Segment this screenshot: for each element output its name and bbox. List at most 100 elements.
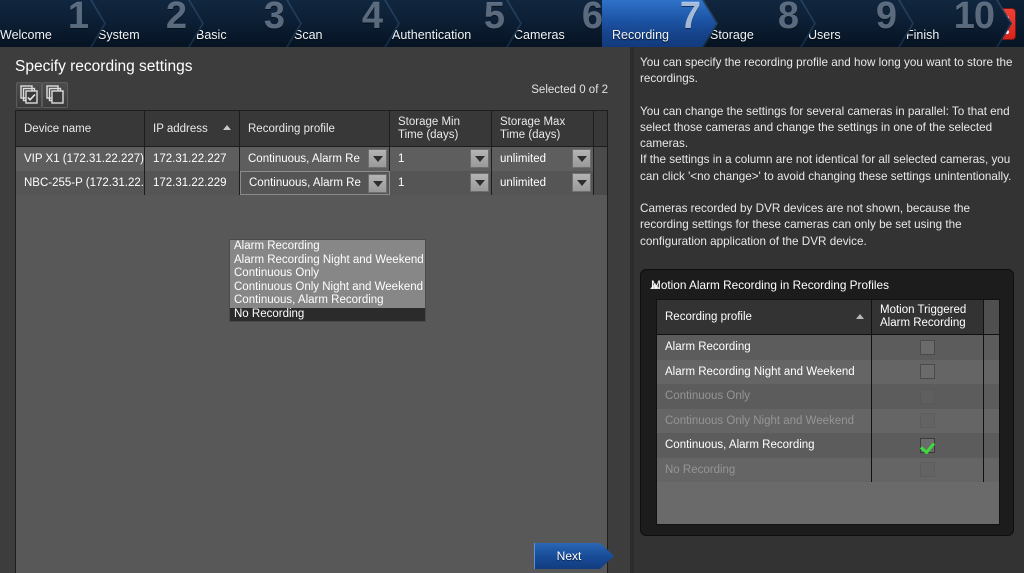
column-header-storage-min-time[interactable]: Storage Min Time (days)	[390, 111, 492, 146]
cell-recording-profile[interactable]: Continuous, Alarm Re	[240, 147, 390, 171]
next-button[interactable]: Next	[534, 543, 614, 569]
storage-min-dropdown-button[interactable]	[470, 149, 489, 168]
checkbox-unchecked-icon[interactable]	[920, 462, 935, 478]
cell-motion-triggered-alarm-recording[interactable]	[872, 457, 984, 482]
cell-recording-profile: Continuous Only	[657, 384, 872, 409]
copy-to-selected-icon	[20, 85, 38, 104]
checkbox-unchecked-icon[interactable]	[920, 339, 935, 355]
table-row[interactable]: Alarm Recording	[657, 335, 999, 360]
step-number: 4	[361, 0, 383, 37]
table-row[interactable]: Continuous, Alarm Recording	[657, 433, 999, 458]
table-body: VIP X1 (172.31.22.227) 172.31.22.227 Con…	[16, 147, 607, 195]
recording-profile-dropdown-list[interactable]: Alarm Recording Alarm Recording Night and…	[229, 239, 426, 322]
cell-recording-profile: Continuous Only Night and Weekend	[657, 408, 872, 433]
step-number: 6	[581, 0, 603, 37]
dropdown-option[interactable]: Continuous, Alarm Recording	[230, 294, 425, 308]
cell-spacer	[984, 335, 999, 360]
step-number: 9	[875, 0, 897, 37]
cell-storage-min-time[interactable]: 1	[390, 171, 492, 195]
cell-spacer	[594, 147, 607, 171]
cell-motion-triggered-alarm-recording[interactable]	[872, 335, 984, 360]
column-header-storage-max-time[interactable]: Storage Max Time (days)	[492, 111, 594, 146]
wizard-step-recording[interactable]: 7 Recording	[602, 0, 718, 47]
table-row[interactable]: Continuous Only	[657, 384, 999, 409]
checkbox-unchecked-icon[interactable]	[920, 364, 935, 380]
sort-ascending-icon	[856, 314, 864, 319]
cell-spacer	[984, 384, 999, 409]
step-number: 1	[67, 0, 89, 37]
cell-storage-min-time[interactable]: 1	[390, 147, 492, 171]
help-paragraph-3: If the settings in a column are not iden…	[640, 153, 1012, 183]
wizard-step-authentication[interactable]: 5 Authentication	[382, 0, 522, 47]
cell-recording-profile: Continuous, Alarm Recording	[657, 433, 872, 458]
column-label: Recording profile	[248, 122, 335, 135]
column-header-motion-triggered-alarm-recording[interactable]: Motion Triggered Alarm Recording	[872, 300, 984, 334]
column-header-ip-address[interactable]: IP address	[145, 111, 240, 146]
storage-max-dropdown-button[interactable]	[572, 149, 591, 168]
checkbox-unchecked-icon[interactable]	[920, 413, 935, 429]
step-number: 8	[777, 0, 799, 37]
cell-device-name[interactable]: NBC-255-P (172.31.22.229)	[16, 171, 145, 195]
dropdown-option[interactable]: Alarm Recording Night and Weekend	[230, 254, 425, 268]
column-label: IP address	[153, 122, 208, 135]
step-number: 10	[953, 0, 995, 37]
cell-ip-address[interactable]: 172.31.22.229	[145, 171, 240, 195]
column-label: Storage Max Time (days)	[500, 115, 566, 141]
column-header-spacer	[984, 300, 999, 334]
table-row[interactable]: No Recording	[657, 457, 999, 482]
cell-spacer	[984, 408, 999, 433]
dropdown-option[interactable]: Continuous Only	[230, 267, 425, 281]
cell-motion-triggered-alarm-recording[interactable]	[872, 384, 984, 409]
copy-all-button[interactable]	[42, 82, 68, 108]
column-label: Recording profile	[665, 310, 752, 323]
column-header-recording-profile[interactable]: Recording profile	[657, 300, 872, 334]
table-row[interactable]: Alarm Recording Night and Weekend	[657, 359, 999, 384]
column-header-spacer	[594, 111, 607, 146]
cell-ip-address[interactable]: 172.31.22.227	[145, 147, 240, 171]
wizard-step-bar: 1 Welcome 2 System 3 Basic 4 Scan 5 Authenticatio…	[0, 0, 1024, 47]
copy-all-icon	[46, 85, 64, 104]
motion-alarm-table: Recording profile Motion Triggered Alarm…	[656, 299, 1000, 525]
cell-recording-profile: Alarm Recording	[657, 335, 872, 360]
wizard-window: 1 Welcome 2 System 3 Basic 4 Scan 5 Authenticatio…	[0, 0, 1024, 573]
step-number: 3	[263, 0, 285, 37]
storage-min-dropdown-button[interactable]	[470, 173, 489, 192]
cell-recording-profile[interactable]: Continuous, Alarm Re	[240, 171, 390, 195]
step-number: 2	[165, 0, 187, 37]
checkbox-checked-icon[interactable]	[920, 437, 935, 453]
cell-motion-triggered-alarm-recording[interactable]	[872, 433, 984, 458]
table-header-row: Device name IP address Recording profile…	[16, 111, 607, 147]
table-row[interactable]: VIP X1 (172.31.22.227) 172.31.22.227 Con…	[16, 147, 607, 171]
table-row[interactable]: NBC-255-P (172.31.22.229) 172.31.22.229 …	[16, 171, 607, 195]
dropdown-option[interactable]: Alarm Recording	[230, 240, 425, 254]
step-label: Recording	[612, 28, 669, 42]
recording-profile-dropdown-button[interactable]	[368, 149, 387, 168]
cell-recording-profile: Alarm Recording Night and Weekend	[657, 359, 872, 384]
recording-profile-dropdown-button[interactable]	[368, 174, 387, 193]
selected-count-label: Selected 0 of 2	[531, 84, 608, 96]
wizard-step-welcome[interactable]: 1 Welcome	[0, 0, 106, 47]
cell-motion-triggered-alarm-recording[interactable]	[872, 408, 984, 433]
cell-recording-profile: No Recording	[657, 457, 872, 482]
dropdown-option[interactable]: Continuous Only Night and Weekend	[230, 281, 425, 295]
storage-max-dropdown-button[interactable]	[572, 173, 591, 192]
column-header-recording-profile[interactable]: Recording profile	[240, 111, 390, 146]
copy-to-selected-button[interactable]	[16, 82, 42, 108]
cell-storage-max-time[interactable]: unlimited	[492, 147, 594, 171]
cell-motion-triggered-alarm-recording[interactable]	[872, 359, 984, 384]
checkbox-unchecked-icon[interactable]	[920, 388, 935, 404]
column-label: Device name	[24, 122, 92, 135]
column-label: Motion Triggered Alarm Recording	[880, 304, 967, 329]
help-paragraph-2: You can change the settings for several …	[640, 104, 1010, 151]
column-header-device-name[interactable]: Device name	[16, 111, 145, 146]
step-number: 7	[679, 0, 701, 37]
cell-device-name[interactable]: VIP X1 (172.31.22.227)	[16, 147, 145, 171]
help-paragraph-4: Cameras recorded by DVR devices are not …	[640, 202, 971, 248]
cell-storage-max-time[interactable]: unlimited	[492, 171, 594, 195]
step-label: Welcome	[0, 28, 52, 42]
cell-spacer	[984, 359, 999, 384]
info-box-title: Motion Alarm Recording in Recording Prof…	[651, 278, 890, 292]
cell-spacer	[984, 433, 999, 458]
dropdown-option[interactable]: No Recording	[230, 307, 425, 321]
table-row[interactable]: Continuous Only Night and Weekend	[657, 408, 999, 433]
